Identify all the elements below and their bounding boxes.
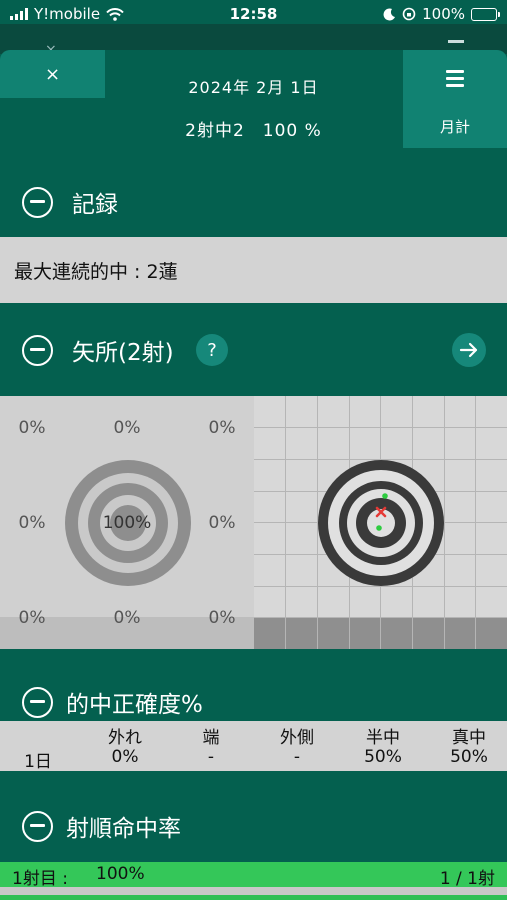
max-streak-text: 最大連続的中 : 2蓮 — [14, 261, 178, 283]
zone-percent: 0% — [208, 418, 236, 438]
accuracy-table: 外れ 端 外側 半中 真中 1日 0% - - 50% 50% — [0, 721, 507, 772]
zone-percent: 0% — [113, 608, 141, 628]
shot-rate: 100% — [96, 864, 145, 884]
lock-rotation-icon — [402, 7, 416, 21]
table-cell: 50% — [450, 747, 488, 767]
arrow-position-panel: 0% 0% 0% 0% 100% 0% 0% 0% 0% — [0, 396, 507, 649]
table-header: 外側 — [280, 728, 314, 748]
table-header: 半中 — [366, 728, 400, 748]
table-header: 端 — [202, 728, 220, 748]
table-header: 真中 — [452, 728, 486, 748]
menu-icon — [448, 40, 464, 43]
shot-label: 1射目 : — [12, 869, 68, 889]
max-streak-row: 最大連続的中 : 2蓮 — [0, 237, 507, 303]
section-title: 矢所(2射) — [72, 340, 174, 366]
zone-distribution-target: 0% 0% 0% 0% 100% 0% 0% 0% 0% — [0, 396, 254, 649]
shot-count: 1 / 1射 — [439, 869, 495, 889]
zone-percent: 100% — [102, 513, 152, 533]
minus-circle-icon[interactable] — [22, 186, 53, 218]
table-cell: - — [293, 747, 301, 767]
menu-icon — [446, 70, 464, 91]
arrow-right-icon[interactable] — [452, 333, 486, 367]
target-icon — [318, 460, 444, 586]
close-button[interactable]: × — [0, 50, 105, 98]
zone-percent: 0% — [113, 418, 141, 438]
table-row-label: 1日 — [24, 752, 52, 772]
section-title: 射順命中率 — [66, 816, 181, 842]
minus-circle-icon[interactable] — [22, 686, 53, 718]
minus-circle-icon[interactable] — [22, 334, 53, 366]
hit-summary: 2射中2 100 % — [185, 121, 322, 141]
monthly-total-button[interactable]: 月計 — [403, 50, 507, 148]
hit-mark — [382, 493, 388, 499]
hit-mark — [376, 525, 382, 531]
section-record-header[interactable]: 記録 — [0, 172, 507, 232]
date-title: 2024年 2月 1日 — [188, 78, 319, 97]
shot-order-row: 1射目 : 100% 1 / 1射 — [0, 862, 507, 889]
zone-percent: 0% — [18, 608, 46, 628]
minus-circle-icon[interactable] — [22, 810, 53, 842]
table-cell: - — [207, 747, 215, 767]
section-shot-order-header[interactable]: 射順命中率 — [0, 796, 507, 856]
zone-percent: 0% — [18, 418, 46, 438]
help-icon[interactable]: ? — [196, 334, 228, 366]
moon-icon — [383, 7, 396, 20]
table-cell: 0% — [111, 747, 139, 767]
header: × 2024年 2月 1日 2射中2 100 % 月計 — [0, 50, 507, 170]
zone-percent: 0% — [208, 608, 236, 628]
section-arrow-position-header[interactable]: 矢所(2射) ? — [0, 320, 507, 380]
section-title: 的中正確度% — [66, 692, 203, 718]
zone-percent: 0% — [18, 513, 46, 533]
table-cell: 50% — [364, 747, 402, 767]
shot-order-progress — [0, 887, 507, 900]
table-header: 外れ — [108, 728, 142, 748]
close-icon: × — [44, 63, 61, 85]
section-title: 記録 — [72, 192, 118, 218]
battery-icon — [471, 7, 500, 21]
zone-percent: 0% — [208, 513, 236, 533]
battery-percent: 100% — [422, 5, 465, 23]
hit-plot-target — [254, 396, 507, 649]
monthly-total-label: 月計 — [439, 118, 470, 136]
